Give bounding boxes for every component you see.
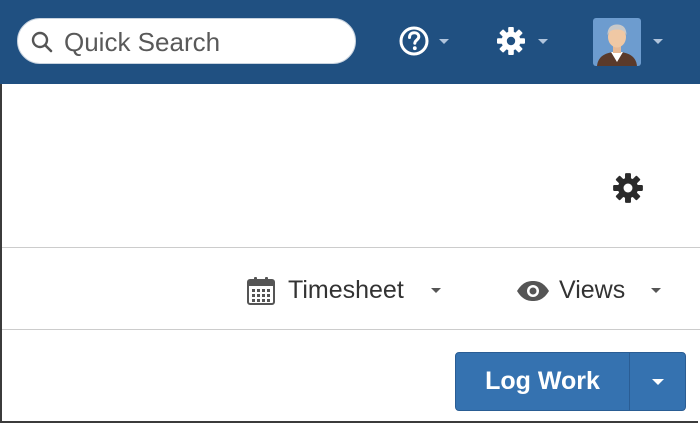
gear-icon — [497, 27, 525, 55]
calendar-icon — [247, 277, 275, 305]
views-label: Views — [559, 276, 626, 304]
chevron-down-icon — [652, 379, 664, 385]
chevron-down-icon — [431, 288, 441, 293]
avatar — [593, 18, 641, 66]
views-dropdown[interactable]: Views — [514, 268, 670, 312]
quick-search-input[interactable]: Quick Search — [17, 18, 356, 64]
gear-icon — [613, 173, 643, 203]
timesheet-label: Timesheet — [288, 276, 404, 304]
chevron-down-icon — [651, 288, 661, 293]
chevron-down-icon — [538, 39, 548, 44]
top-navigation-bar: Quick Search — [0, 0, 700, 84]
panel-settings-button[interactable] — [611, 171, 645, 205]
timesheet-dropdown[interactable]: Timesheet — [244, 268, 450, 312]
user-profile-button[interactable] — [589, 18, 669, 66]
search-placeholder: Quick Search — [64, 27, 221, 57]
log-work-dropdown-button[interactable] — [630, 353, 685, 410]
divider — [2, 329, 700, 330]
help-menu-button[interactable] — [392, 18, 454, 64]
help-icon — [399, 26, 429, 56]
chevron-down-icon — [439, 39, 449, 44]
divider — [2, 247, 700, 248]
log-work-split-button: Log Work — [455, 352, 686, 411]
chevron-down-icon — [653, 39, 663, 44]
eye-icon — [517, 281, 549, 301]
search-icon — [31, 31, 53, 53]
log-work-button[interactable]: Log Work — [456, 353, 629, 410]
admin-settings-button[interactable] — [489, 18, 551, 64]
